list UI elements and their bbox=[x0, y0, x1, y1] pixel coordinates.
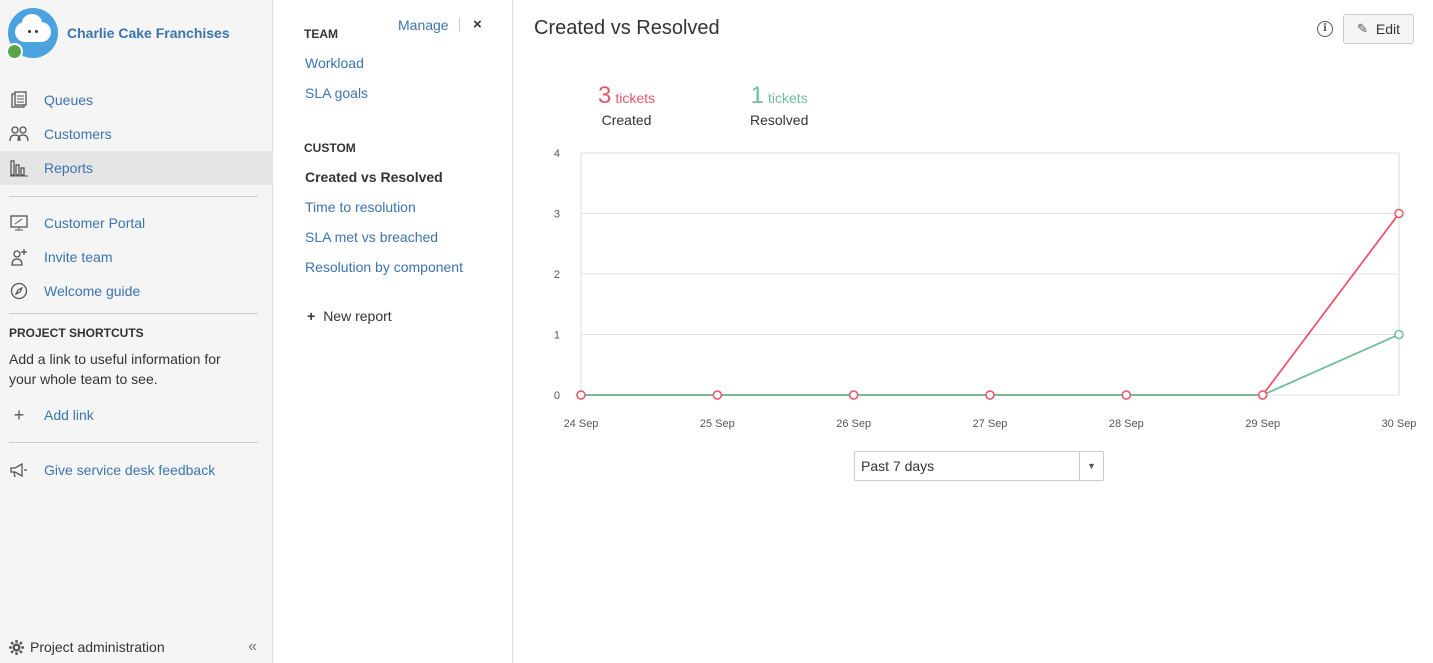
y-tick-label: 1 bbox=[554, 330, 560, 342]
add-link-label: Add link bbox=[44, 407, 94, 423]
project-header[interactable]: Charlie Cake Franchises bbox=[6, 8, 230, 60]
report-link-sla-met-vs-breached[interactable]: SLA met vs breached bbox=[305, 229, 438, 245]
x-tick-label: 25 Sep bbox=[700, 418, 735, 430]
report-link-sla-goals[interactable]: SLA goals bbox=[305, 85, 368, 101]
queues-icon bbox=[9, 90, 29, 110]
info-icon[interactable]: i bbox=[1317, 21, 1333, 37]
sidebar-item-label: Invite team bbox=[44, 249, 113, 265]
data-point-resolved bbox=[1394, 329, 1404, 340]
manage-separator bbox=[459, 18, 460, 32]
plus-icon: + bbox=[13, 404, 25, 425]
x-tick-label: 28 Sep bbox=[1109, 418, 1144, 430]
resolved-count: 1 bbox=[750, 82, 765, 109]
sidebar-item-label: Customer Portal bbox=[44, 215, 146, 231]
sidebar-item-label: Reports bbox=[44, 160, 94, 176]
add-link-button[interactable]: + Add link bbox=[0, 398, 273, 432]
y-tick-label: 3 bbox=[554, 209, 560, 221]
sidebar-item-customers[interactable]: Customers bbox=[0, 117, 273, 151]
sidebar-divider bbox=[9, 442, 258, 443]
report-link-workload[interactable]: Workload bbox=[305, 55, 364, 71]
gear-icon bbox=[9, 639, 24, 655]
resolved-unit: tickets bbox=[768, 90, 808, 106]
data-point-created bbox=[1257, 390, 1268, 400]
data-point-created bbox=[1121, 390, 1132, 400]
data-point-created bbox=[848, 390, 859, 400]
compass-icon bbox=[9, 281, 29, 301]
project-avatar[interactable] bbox=[6, 8, 58, 60]
sidebar-item-label: Customers bbox=[44, 126, 112, 142]
new-report-label: New report bbox=[323, 308, 392, 324]
close-icon[interactable]: × bbox=[473, 16, 482, 33]
sidebar-item-label: Queues bbox=[44, 92, 94, 108]
page-title: Created vs Resolved bbox=[534, 17, 720, 39]
series-line-created bbox=[581, 212, 1400, 396]
team-section-title: TEAM bbox=[304, 27, 338, 41]
date-range-select[interactable]: Past 7 days ▼ bbox=[854, 451, 1104, 481]
invite-icon bbox=[9, 247, 29, 267]
service-desk-badge-icon bbox=[6, 43, 23, 60]
reports-panel: TEAM Manage × Workload SLA goals CUSTOM … bbox=[274, 0, 513, 663]
data-point-created bbox=[712, 390, 723, 400]
megaphone-icon bbox=[9, 460, 29, 480]
give-feedback-link[interactable]: Give service desk feedback bbox=[0, 453, 273, 487]
x-tick-label: 26 Sep bbox=[836, 418, 871, 430]
x-tick-label: 27 Sep bbox=[973, 418, 1008, 430]
sidebar-nav-secondary: Customer Portal Invite team Welcome guid… bbox=[0, 206, 273, 308]
collapse-sidebar-icon[interactable]: « bbox=[248, 638, 257, 656]
sidebar-feedback: Give service desk feedback bbox=[0, 453, 273, 487]
sidebar: Charlie Cake Franchises Queues Customers… bbox=[0, 0, 273, 663]
report-link-resolution-by-component[interactable]: Resolution by component bbox=[305, 259, 463, 275]
x-tick-label: 30 Sep bbox=[1382, 418, 1417, 430]
report-link-created-vs-resolved[interactable]: Created vs Resolved bbox=[305, 169, 443, 185]
y-tick-label: 0 bbox=[554, 390, 560, 402]
reports-icon bbox=[9, 158, 29, 178]
created-summary: 3 tickets Created bbox=[598, 82, 655, 128]
created-vs-resolved-chart: 0 1 2 3 4 24 Sep 25 Sep 26 Sep 27 Sep 28 Sep 29 Se… bbox=[554, 148, 1417, 430]
x-tick-label: 24 Sep bbox=[564, 418, 599, 430]
customers-icon bbox=[9, 124, 29, 144]
created-count: 3 bbox=[598, 82, 612, 109]
project-shortcuts-title: PROJECT SHORTCUTS bbox=[9, 326, 144, 340]
x-tick-label: 29 Sep bbox=[1245, 418, 1280, 430]
data-point-created bbox=[985, 390, 995, 400]
created-label: Created bbox=[601, 112, 652, 128]
sidebar-item-queues[interactable]: Queues bbox=[0, 83, 273, 117]
plus-icon: + bbox=[307, 308, 316, 324]
sidebar-divider bbox=[9, 313, 258, 314]
feedback-label: Give service desk feedback bbox=[44, 462, 216, 478]
sidebar-item-customer-portal[interactable]: Customer Portal bbox=[0, 206, 273, 240]
sidebar-divider bbox=[9, 196, 258, 197]
project-shortcuts-description: Add a link to useful information for you… bbox=[9, 351, 221, 387]
sidebar-shortcuts: + Add link bbox=[0, 398, 273, 432]
y-tick-label: 2 bbox=[554, 269, 560, 281]
resolved-summary: 1 tickets Resolved bbox=[750, 82, 808, 128]
project-name[interactable]: Charlie Cake Franchises bbox=[67, 25, 230, 41]
y-tick-label: 4 bbox=[554, 148, 560, 160]
data-point-created bbox=[1394, 208, 1404, 219]
sidebar-item-invite-team[interactable]: Invite team bbox=[0, 240, 273, 274]
edit-label: Edit bbox=[1375, 21, 1401, 37]
portal-icon bbox=[9, 213, 29, 233]
report-main: Created vs Resolved i ✎ Edit 3 tickets Cr… bbox=[514, 0, 1433, 663]
date-range-value: Past 7 days bbox=[861, 458, 935, 474]
data-point-created bbox=[576, 390, 586, 400]
sidebar-item-welcome-guide[interactable]: Welcome guide bbox=[0, 274, 273, 308]
sidebar-item-label: Welcome guide bbox=[44, 283, 141, 299]
sidebar-nav-main: Queues Customers Reports bbox=[0, 83, 273, 185]
manage-link[interactable]: Manage bbox=[398, 17, 449, 33]
project-administration-label: Project administration bbox=[30, 639, 165, 655]
pencil-icon: ✎ bbox=[1356, 21, 1368, 36]
resolved-label: Resolved bbox=[750, 112, 809, 128]
custom-section-title: CUSTOM bbox=[304, 141, 356, 155]
series-line-resolved bbox=[581, 333, 1400, 396]
new-report-button[interactable]: + New report bbox=[307, 308, 392, 324]
sidebar-item-reports[interactable]: Reports bbox=[0, 151, 273, 185]
created-unit: tickets bbox=[615, 90, 656, 106]
chevron-down-icon[interactable]: ▼ bbox=[1079, 452, 1103, 480]
project-administration-link[interactable]: Project administration « bbox=[0, 631, 273, 663]
report-link-time-to-resolution[interactable]: Time to resolution bbox=[305, 199, 416, 215]
edit-button[interactable]: ✎ Edit bbox=[1343, 14, 1414, 44]
